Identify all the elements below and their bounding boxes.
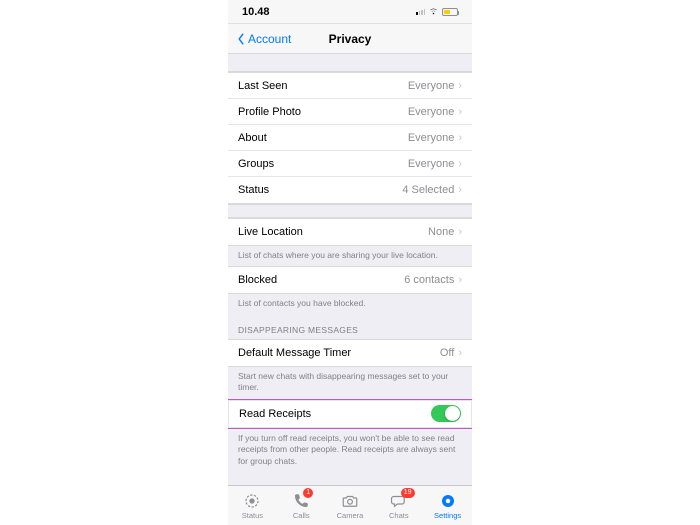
header-disappearing: DISAPPEARING MESSAGES [228, 315, 472, 340]
status-indicators [416, 6, 458, 18]
row-label: Groups [238, 158, 274, 170]
settings-list: Last Seen Everyone › Profile Photo Everyo… [228, 54, 472, 472]
row-label: About [238, 132, 267, 144]
status-icon [243, 492, 261, 510]
row-label: Last Seen [238, 80, 288, 92]
chevron-right-icon: › [458, 80, 462, 92]
row-value: 6 contacts [404, 274, 454, 286]
tab-chats[interactable]: 19 Chats [374, 486, 423, 525]
signal-icon [416, 9, 425, 15]
tab-label: Chats [389, 511, 409, 520]
gear-icon [439, 492, 457, 510]
tab-calls[interactable]: 1 Calls [277, 486, 326, 525]
status-bar: 10.48 [228, 0, 472, 24]
row-value: Everyone [408, 158, 454, 170]
row-label: Blocked [238, 274, 277, 286]
row-profile-photo[interactable]: Profile Photo Everyone › [228, 99, 472, 125]
footer-live-location: List of chats where you are sharing your… [228, 246, 472, 266]
row-default-timer[interactable]: Default Message Timer Off › [228, 340, 472, 366]
row-label: Read Receipts [239, 408, 311, 420]
row-label: Profile Photo [238, 106, 301, 118]
tab-label: Status [242, 511, 263, 520]
chevron-right-icon: › [458, 132, 462, 144]
row-read-receipts: Read Receipts [228, 400, 472, 428]
tab-status[interactable]: Status [228, 486, 277, 525]
row-label: Live Location [238, 226, 303, 238]
tab-camera[interactable]: Camera [326, 486, 375, 525]
battery-icon [442, 8, 458, 16]
nav-header: Account Privacy [228, 24, 472, 54]
row-value: Everyone [408, 132, 454, 144]
tab-label: Calls [293, 511, 310, 520]
status-time: 10.48 [242, 6, 270, 18]
row-value: None [428, 226, 454, 238]
chevron-right-icon: › [458, 184, 462, 196]
row-value: Everyone [408, 80, 454, 92]
row-live-location[interactable]: Live Location None › [228, 219, 472, 245]
tab-bar: Status 1 Calls Camera 19 Chats S [228, 485, 472, 525]
chevron-right-icon: › [458, 226, 462, 238]
wifi-icon [428, 6, 439, 18]
tab-label: Settings [434, 511, 461, 520]
tab-label: Camera [337, 511, 364, 520]
footer-blocked: List of contacts you have blocked. [228, 294, 472, 314]
footer-default-timer: Start new chats with disappearing messag… [228, 367, 472, 399]
row-value: Everyone [408, 106, 454, 118]
badge: 19 [401, 488, 415, 498]
row-status[interactable]: Status 4 Selected › [228, 177, 472, 203]
row-value: 4 Selected [402, 184, 454, 196]
camera-icon [341, 492, 359, 510]
read-receipts-toggle[interactable] [431, 405, 461, 422]
footer-read-receipts: If you turn off read receipts, you won't… [228, 429, 472, 472]
chevron-right-icon: › [458, 347, 462, 359]
row-groups[interactable]: Groups Everyone › [228, 151, 472, 177]
privacy-settings-screen: 10.48 Account Privacy Last Seen Everyone… [228, 0, 472, 525]
row-label: Status [238, 184, 269, 196]
chevron-right-icon: › [458, 158, 462, 170]
row-about[interactable]: About Everyone › [228, 125, 472, 151]
row-label: Default Message Timer [238, 347, 351, 359]
row-value: Off [440, 347, 454, 359]
row-last-seen[interactable]: Last Seen Everyone › [228, 73, 472, 99]
page-title: Privacy [228, 32, 472, 46]
chevron-right-icon: › [458, 274, 462, 286]
row-blocked[interactable]: Blocked 6 contacts › [228, 267, 472, 293]
tab-settings[interactable]: Settings [423, 486, 472, 525]
read-receipts-highlight: Read Receipts [228, 399, 472, 429]
badge: 1 [303, 488, 313, 498]
chevron-right-icon: › [458, 106, 462, 118]
